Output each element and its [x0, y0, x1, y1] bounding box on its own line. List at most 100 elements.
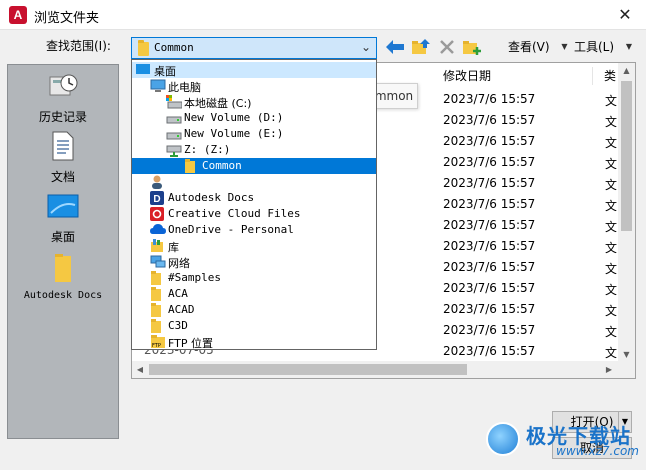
tree-item-new-volume-d[interactable]: New Volume (D:) [132, 110, 376, 126]
lookin-dropdown-list[interactable]: 桌面 此电脑 本地磁盘 (C:) New Volume (D:) New Volume … [131, 59, 377, 350]
tools-menu[interactable]: 工具(L) ▼ [574, 38, 636, 55]
document-icon [52, 131, 74, 161]
tree-item-samples[interactable]: #Samples [132, 270, 376, 286]
column-header-type[interactable]: 类 [604, 64, 616, 88]
desktop-icon [47, 194, 79, 218]
file-date-cell[interactable]: 2023/7/6 15:57 [443, 344, 535, 358]
place-autodesk-docs[interactable]: Autodesk Docs [8, 253, 118, 301]
file-type-cell[interactable]: 文 [605, 197, 617, 214]
tree-item-common[interactable]: Common [132, 158, 376, 174]
tree-item-本地磁盘-c[interactable]: 本地磁盘 (C:) [132, 94, 376, 110]
file-type-cell[interactable]: 文 [605, 218, 617, 235]
network-drive-icon [166, 143, 182, 157]
file-type-cell[interactable]: 文 [605, 239, 617, 256]
view-menu[interactable]: 查看(V) ▼ [508, 38, 572, 55]
file-date-cell[interactable]: 2023/7/6 15:57 [443, 92, 535, 106]
tree-item-label: 库 [168, 241, 179, 254]
ftp-folder-icon: FTP [150, 335, 165, 349]
place-label: 桌面 [50, 230, 75, 244]
tree-item-label: FTP 位置 [168, 337, 213, 350]
file-date-cell[interactable]: 2023/7/6 15:57 [443, 134, 535, 148]
tree-item-c3d[interactable]: C3D [132, 318, 376, 334]
file-date-cell[interactable]: 2023/7/6 15:57 [443, 281, 535, 295]
file-type-cell[interactable]: 文 [605, 323, 617, 340]
file-type-cell[interactable]: 文 [605, 92, 617, 109]
file-type-cell[interactable]: 文 [605, 134, 617, 151]
scroll-up-icon[interactable]: ▲ [618, 63, 635, 79]
system-drive-icon [166, 95, 183, 109]
scroll-left-icon[interactable]: ◀ [132, 361, 148, 378]
file-date-cell[interactable]: 2023/7/6 15:57 [443, 155, 535, 169]
place-history[interactable]: 历史记录 [8, 71, 118, 125]
tree-item-z-z[interactable]: Z: (Z:) [132, 142, 376, 158]
file-type-cell[interactable]: 文 [605, 302, 617, 319]
tree-item-label: 网络 [168, 257, 190, 270]
vertical-scrollbar[interactable]: ▲ ▼ [618, 63, 635, 363]
folder-up-icon [412, 39, 430, 54]
delete-button[interactable] [436, 36, 458, 58]
file-date-cell[interactable]: 2023/7/6 15:57 [443, 176, 535, 190]
history-icon [49, 74, 78, 96]
file-date-cell[interactable]: 2023/7/6 15:57 [443, 260, 535, 274]
back-arrow-icon [386, 40, 404, 54]
chevron-down-icon[interactable]: ⌄ [361, 40, 371, 54]
scroll-right-icon[interactable]: ▶ [601, 361, 617, 378]
tree-item-label: Creative Cloud Files [168, 207, 301, 220]
file-date-cell[interactable]: 2023/7/6 15:57 [443, 239, 535, 253]
column-header-date[interactable]: 修改日期 [443, 64, 491, 88]
file-date-cell[interactable]: 2023/7/6 15:57 [443, 113, 535, 127]
folder-icon [138, 40, 149, 59]
onedrive-icon [150, 223, 166, 237]
creative-cloud-icon [150, 207, 164, 221]
column-separator[interactable] [592, 67, 593, 85]
user-icon [150, 175, 164, 189]
scroll-thumb[interactable] [149, 364, 467, 375]
file-date-cell[interactable]: 2023/7/6 15:57 [443, 323, 535, 337]
folder-icon [184, 159, 198, 173]
close-button[interactable]: ✕ [610, 3, 640, 27]
file-type-cell[interactable]: 文 [605, 260, 617, 277]
tree-item-onedrive-personal[interactable]: OneDrive - Personal [132, 222, 376, 238]
caret-down-icon: ▼ [561, 42, 568, 51]
desktop-icon [136, 63, 150, 77]
watermark-url: www.xz7.com [556, 444, 639, 458]
file-date-cell[interactable]: 2023/7/6 15:57 [443, 302, 535, 316]
place-desktop[interactable]: 桌面 [8, 193, 118, 245]
svg-text:FTP: FTP [152, 343, 161, 349]
file-type-cell[interactable]: 文 [605, 344, 617, 361]
tree-item-此电脑[interactable]: 此电脑 [132, 78, 376, 94]
place-documents[interactable]: 文档 [8, 131, 118, 185]
tree-item-user[interactable] [132, 174, 376, 190]
scroll-thumb[interactable] [621, 81, 632, 231]
file-type-cell[interactable]: 文 [605, 155, 617, 172]
window-title: 浏览文件夹 [34, 11, 100, 26]
network-icon [150, 255, 166, 269]
tree-item-new-volume-e[interactable]: New Volume (E:) [132, 126, 376, 142]
tree-item-label: 桌面 [154, 65, 176, 78]
tree-item-ftp-位置[interactable]: FTP FTP 位置 [132, 334, 376, 350]
tree-item-autodesk-docs[interactable]: D Autodesk Docs [132, 190, 376, 206]
folder-icon [150, 319, 164, 333]
file-type-cell[interactable]: 文 [605, 176, 617, 193]
horizontal-scrollbar[interactable]: ◀ ▶ [132, 361, 635, 378]
new-folder-button[interactable] [461, 36, 483, 58]
tree-item-creative-cloud-files[interactable]: Creative Cloud Files [132, 206, 376, 222]
tree-item-acad[interactable]: ACAD [132, 302, 376, 318]
up-one-level-button[interactable] [410, 36, 432, 58]
tree-item-aca[interactable]: ACA [132, 286, 376, 302]
back-button[interactable] [384, 36, 406, 58]
tree-item-网络[interactable]: 网络 [132, 254, 376, 270]
tree-item-label: C3D [168, 319, 188, 332]
tree-item-label: Autodesk Docs [168, 191, 255, 204]
tree-item-桌面[interactable]: 桌面 [132, 62, 376, 78]
lookin-combobox[interactable]: Common ⌄ [131, 37, 377, 59]
computer-icon [150, 79, 166, 93]
file-date-cell[interactable]: 2023/7/6 15:57 [443, 218, 535, 232]
place-label: Autodesk Docs [23, 290, 103, 301]
file-date-cell[interactable]: 2023/7/6 15:57 [443, 197, 535, 211]
file-type-cell[interactable]: 文 [605, 113, 617, 130]
view-menu-label: 查看(V) [508, 40, 550, 54]
tree-item-label: New Volume (E:) [184, 127, 284, 140]
tree-item-库[interactable]: 库 [132, 238, 376, 254]
file-type-cell[interactable]: 文 [605, 281, 617, 298]
